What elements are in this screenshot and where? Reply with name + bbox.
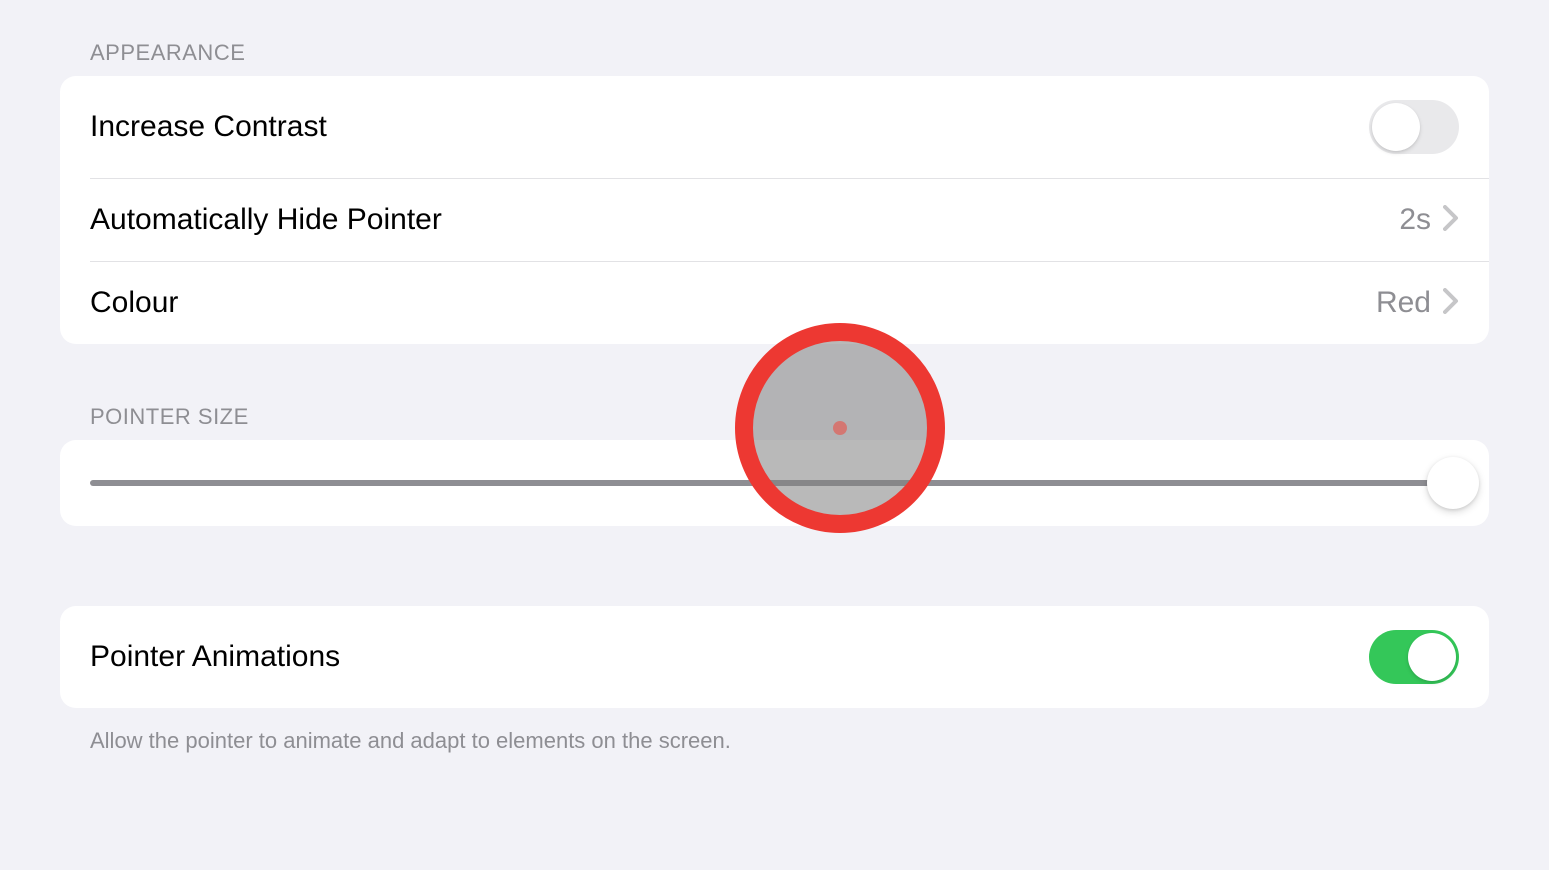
colour-right: Red [1376, 286, 1459, 320]
pointer-size-slider[interactable] [90, 480, 1459, 486]
pointer-animations-footer: Allow the pointer to animate and adapt t… [60, 708, 1489, 774]
pointer-animations-row: Pointer Animations [60, 606, 1489, 708]
pointer-size-section-header: POINTER SIZE [60, 394, 1489, 440]
pointer-animations-toggle[interactable] [1369, 630, 1459, 684]
colour-label: Colour [90, 286, 178, 320]
auto-hide-pointer-right: 2s [1399, 203, 1459, 237]
auto-hide-pointer-row[interactable]: Automatically Hide Pointer 2s [60, 179, 1489, 261]
auto-hide-pointer-value: 2s [1399, 203, 1431, 237]
appearance-section-header: APPEARANCE [60, 30, 1489, 76]
toggle-knob [1408, 633, 1456, 681]
auto-hide-pointer-label: Automatically Hide Pointer [90, 203, 442, 237]
pointer-animations-label: Pointer Animations [90, 640, 340, 674]
increase-contrast-label: Increase Contrast [90, 110, 327, 144]
chevron-right-icon [1443, 205, 1459, 236]
colour-row[interactable]: Colour Red [60, 262, 1489, 344]
toggle-knob [1372, 103, 1420, 151]
pointer-size-slider-container [60, 440, 1489, 526]
chevron-right-icon [1443, 288, 1459, 319]
increase-contrast-toggle[interactable] [1369, 100, 1459, 154]
pointer-animations-group: Pointer Animations [60, 606, 1489, 708]
slider-thumb[interactable] [1427, 457, 1479, 509]
colour-value: Red [1376, 286, 1431, 320]
appearance-group: Increase Contrast Automatically Hide Poi… [60, 76, 1489, 344]
increase-contrast-row: Increase Contrast [60, 76, 1489, 178]
